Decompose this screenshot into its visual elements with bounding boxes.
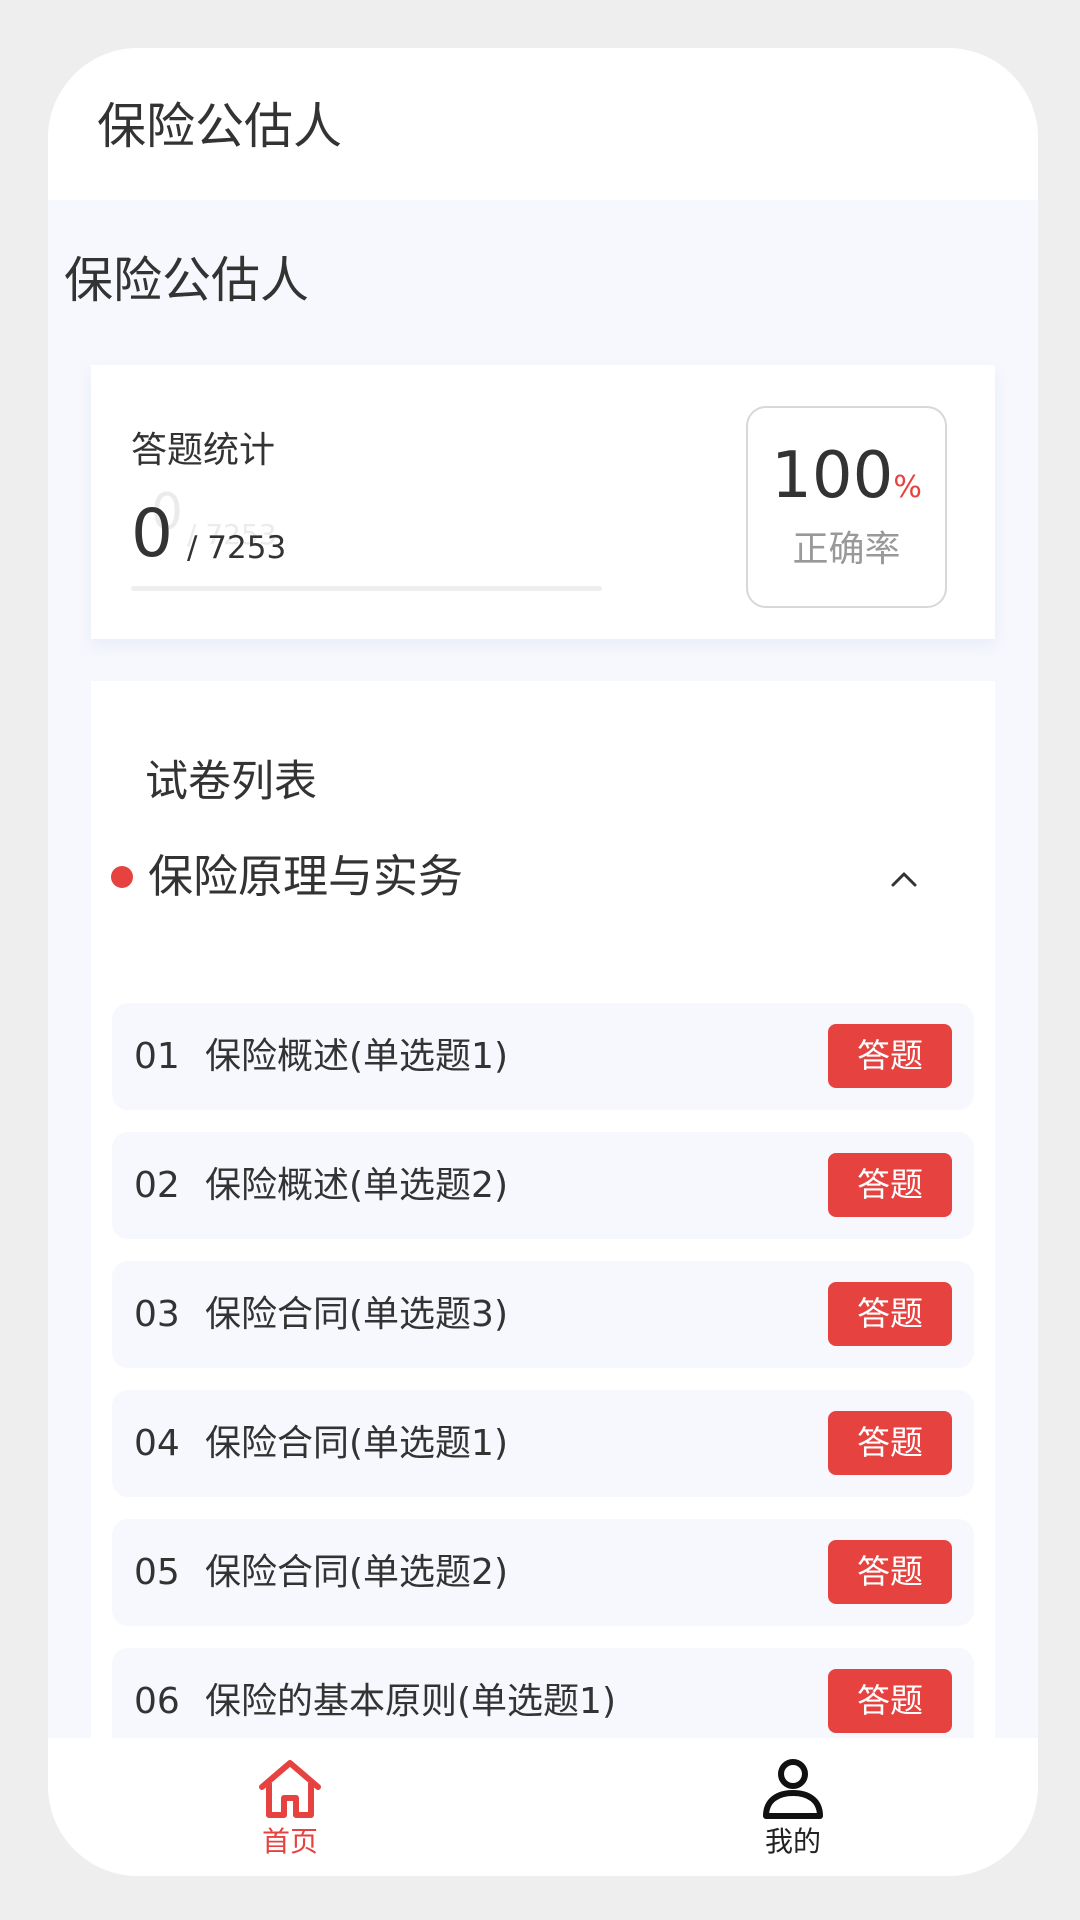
page-title: 保险公估人: [64, 252, 310, 309]
accuracy-value: 100: [771, 439, 894, 513]
paper-name: 保险合同(单选题2): [205, 1552, 508, 1593]
paper-name: 保险合同(单选题3): [205, 1294, 508, 1335]
tab-mine[interactable]: 我的: [693, 1738, 893, 1876]
answer-button[interactable]: 答题: [828, 1282, 952, 1346]
paper-number: 03: [134, 1294, 180, 1335]
paper-number: 04: [134, 1423, 180, 1464]
answered-count: 0: [131, 495, 173, 572]
tab-home[interactable]: 首页: [190, 1738, 390, 1876]
paper-row[interactable]: 04 保险合同(单选题1) 答题: [112, 1390, 974, 1497]
stats-label: 答题统计: [131, 430, 276, 471]
tab-label-home: 首页: [261, 1825, 318, 1858]
answer-button[interactable]: 答题: [828, 1024, 952, 1088]
accuracy-box: 100% 正确率: [746, 406, 947, 608]
group-title[interactable]: 保险原理与实务: [148, 854, 463, 899]
paper-name: 保险概述(单选题1): [205, 1036, 508, 1077]
paper-row[interactable]: 05 保险合同(单选题2) 答题: [112, 1519, 974, 1626]
answer-button[interactable]: 答题: [828, 1153, 952, 1217]
stats-card: 答题统计 0 / 7253 0 / 7253 100% 正确率: [91, 365, 995, 639]
paper-row[interactable]: 02 保险概述(单选题2) 答题: [112, 1132, 974, 1239]
section-title: 试卷列表: [145, 757, 317, 807]
accuracy-value-line: 100%: [748, 444, 945, 508]
paper-number: 05: [134, 1552, 180, 1593]
total-count: / 7253: [187, 530, 287, 566]
paper-number: 02: [134, 1165, 180, 1206]
paper-name: 保险合同(单选题1): [205, 1423, 508, 1464]
accuracy-label: 正确率: [792, 529, 901, 570]
answer-button[interactable]: 答题: [828, 1540, 952, 1604]
tab-bar: 首页 我的: [48, 1738, 1038, 1876]
answer-button[interactable]: 答题: [828, 1411, 952, 1475]
app-header: 保险公估人: [48, 48, 1038, 200]
paper-name: 保险概述(单选题2): [205, 1165, 508, 1206]
paper-row[interactable]: 03 保险合同(单选题3) 答题: [112, 1261, 974, 1368]
app-title: 保险公估人: [97, 98, 343, 155]
group-dot: [111, 866, 133, 888]
tab-label-mine: 我的: [764, 1825, 821, 1858]
accuracy-unit: %: [893, 470, 922, 505]
home-icon: [259, 1760, 321, 1818]
paper-list-card: 试卷列表 保险原理与实务 01 保险概述(单选题1) 答题 02 保险概述(单选…: [91, 681, 995, 1876]
user-icon: [763, 1759, 823, 1819]
paper-row[interactable]: 01 保险概述(单选题1) 答题: [112, 1003, 974, 1110]
paper-number: 01: [134, 1036, 180, 1077]
app-screen: 保险公估人 保险公估人 答题统计 0 / 7253 0 / 7253 100% …: [48, 48, 1038, 1876]
progress-bar: [131, 586, 602, 591]
answer-button[interactable]: 答题: [828, 1669, 952, 1733]
chevron-up-icon[interactable]: [884, 859, 924, 899]
